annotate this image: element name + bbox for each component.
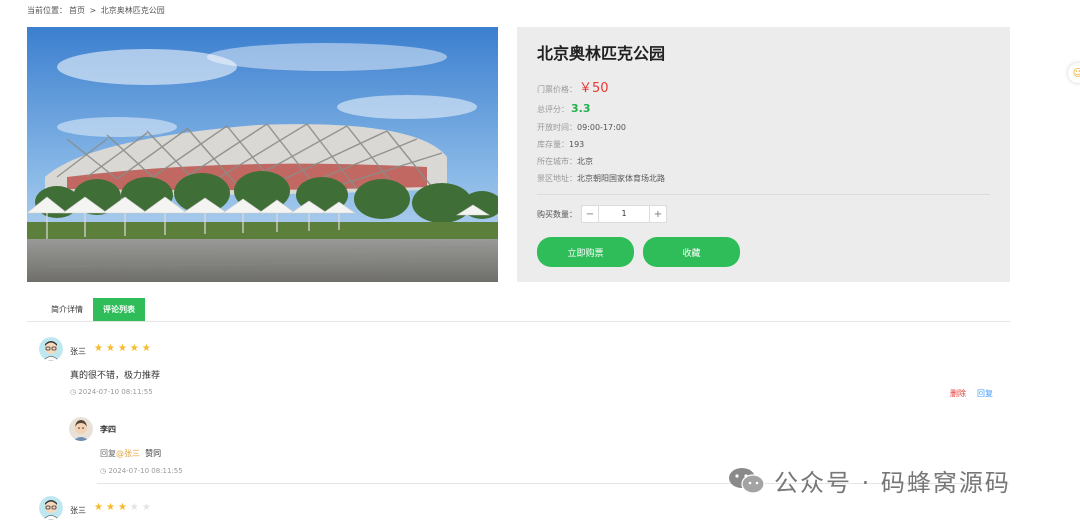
avatar: [39, 496, 63, 520]
price-label: 门票价格：: [537, 85, 577, 94]
stock-row: 库存量：193: [537, 139, 584, 150]
star-icon: ★: [105, 502, 118, 513]
score-label: 总评分：: [537, 105, 569, 114]
city-row: 所在城市：北京: [537, 156, 593, 167]
city-label: 所在城市：: [537, 157, 577, 166]
hours-row: 开放时间：09:00-17:00: [537, 122, 626, 133]
star-icon: ★: [94, 343, 106, 354]
star-icon: ★: [117, 343, 130, 354]
comment-author: 张三: [70, 347, 86, 356]
address-value: 北京朝阳国家体育场北路: [577, 174, 665, 183]
hours-value: 09:00-17:00: [577, 123, 626, 132]
detail-tabs: 简介详情 评论列表: [41, 298, 145, 321]
floating-tool-icon[interactable]: ☺: [1068, 63, 1080, 83]
delete-comment-link[interactable]: 删除: [950, 388, 966, 399]
star-icon: ★: [129, 343, 142, 354]
address-row: 景区地址：北京朝阳国家体育场北路: [537, 173, 665, 184]
star-icon: ★: [117, 502, 130, 513]
tab-comments[interactable]: 评论列表: [93, 298, 145, 321]
tabs-divider: [27, 321, 1010, 322]
reply-prefix: 回复: [100, 449, 116, 458]
stock-value: 193: [569, 140, 585, 149]
city-value: 北京: [577, 157, 593, 166]
clock-icon: ◷: [100, 467, 107, 475]
reply-time-row: ◷ 2024-07-10 08:11:55: [100, 467, 183, 475]
attraction-photo: [27, 27, 498, 282]
comment-author: 张三: [70, 506, 86, 515]
quantity-stepper: 购买数量： − 1 +: [537, 205, 667, 223]
buy-ticket-button[interactable]: 立即购票: [537, 237, 634, 267]
watermark: 公众号 · 码蜂窝源码: [728, 463, 1011, 498]
star-icon: ★: [105, 343, 118, 354]
star-icon: ★: [141, 502, 154, 513]
star-icon: ★: [129, 502, 142, 513]
address-label: 景区地址：: [537, 174, 577, 183]
info-divider: [537, 194, 990, 195]
breadcrumb: 当前位置： 首页 > 北京奥林匹克公园: [27, 5, 167, 16]
price-value: ￥50: [579, 81, 609, 96]
rating-stars: ★★★★★: [94, 343, 154, 354]
comment-text: 真的很不错，极力推荐: [70, 371, 161, 381]
breadcrumb-label: 当前位置：: [27, 6, 67, 15]
star-icon: ★: [94, 502, 106, 513]
quantity-label: 购买数量：: [537, 209, 577, 219]
reply-text: 赞同: [145, 449, 162, 458]
comment-time: 2024-07-10 08:11:55: [78, 388, 153, 396]
wechat-icon: [729, 467, 765, 494]
attraction-title: 北京奥林匹克公园: [537, 44, 666, 63]
price-row: 门票价格： ￥50: [537, 77, 609, 96]
reply-author: 李四: [100, 425, 116, 434]
clock-icon: ◷: [70, 388, 77, 396]
reply-time: 2024-07-10 08:11:55: [108, 467, 183, 475]
avatar: [39, 337, 63, 361]
breadcrumb-current: 北京奥林匹克公园: [100, 6, 165, 15]
attraction-info-panel: 北京奥林匹克公园 门票价格： ￥50 总评分： 3.3 开放时间：09:00-17:…: [517, 27, 1010, 282]
reply-comment-link[interactable]: 回复: [977, 388, 993, 399]
score-row: 总评分： 3.3: [537, 102, 591, 115]
avatar: [69, 417, 93, 441]
score-value: 3.3: [571, 102, 591, 115]
comment-time-row: ◷ 2024-07-10 08:11:55: [70, 388, 153, 396]
reply-text-row: 回复@张三 赞同: [100, 448, 161, 459]
quantity-decrease-button[interactable]: −: [581, 205, 599, 223]
hours-label: 开放时间：: [537, 123, 577, 132]
quantity-increase-button[interactable]: +: [649, 205, 667, 223]
breadcrumb-home-link[interactable]: 首页: [69, 6, 85, 15]
favorite-button[interactable]: 收藏: [643, 237, 740, 267]
reply-mention[interactable]: @张三: [116, 449, 140, 458]
breadcrumb-separator: >: [89, 6, 97, 15]
quantity-input[interactable]: 1: [599, 205, 649, 223]
tab-intro[interactable]: 简介详情: [41, 298, 93, 321]
watermark-text: 公众号 · 码蜂窝源码: [774, 469, 1011, 497]
stock-label: 库存量：: [537, 140, 569, 149]
star-icon: ★: [141, 343, 154, 354]
rating-stars: ★★★★★: [94, 502, 154, 513]
